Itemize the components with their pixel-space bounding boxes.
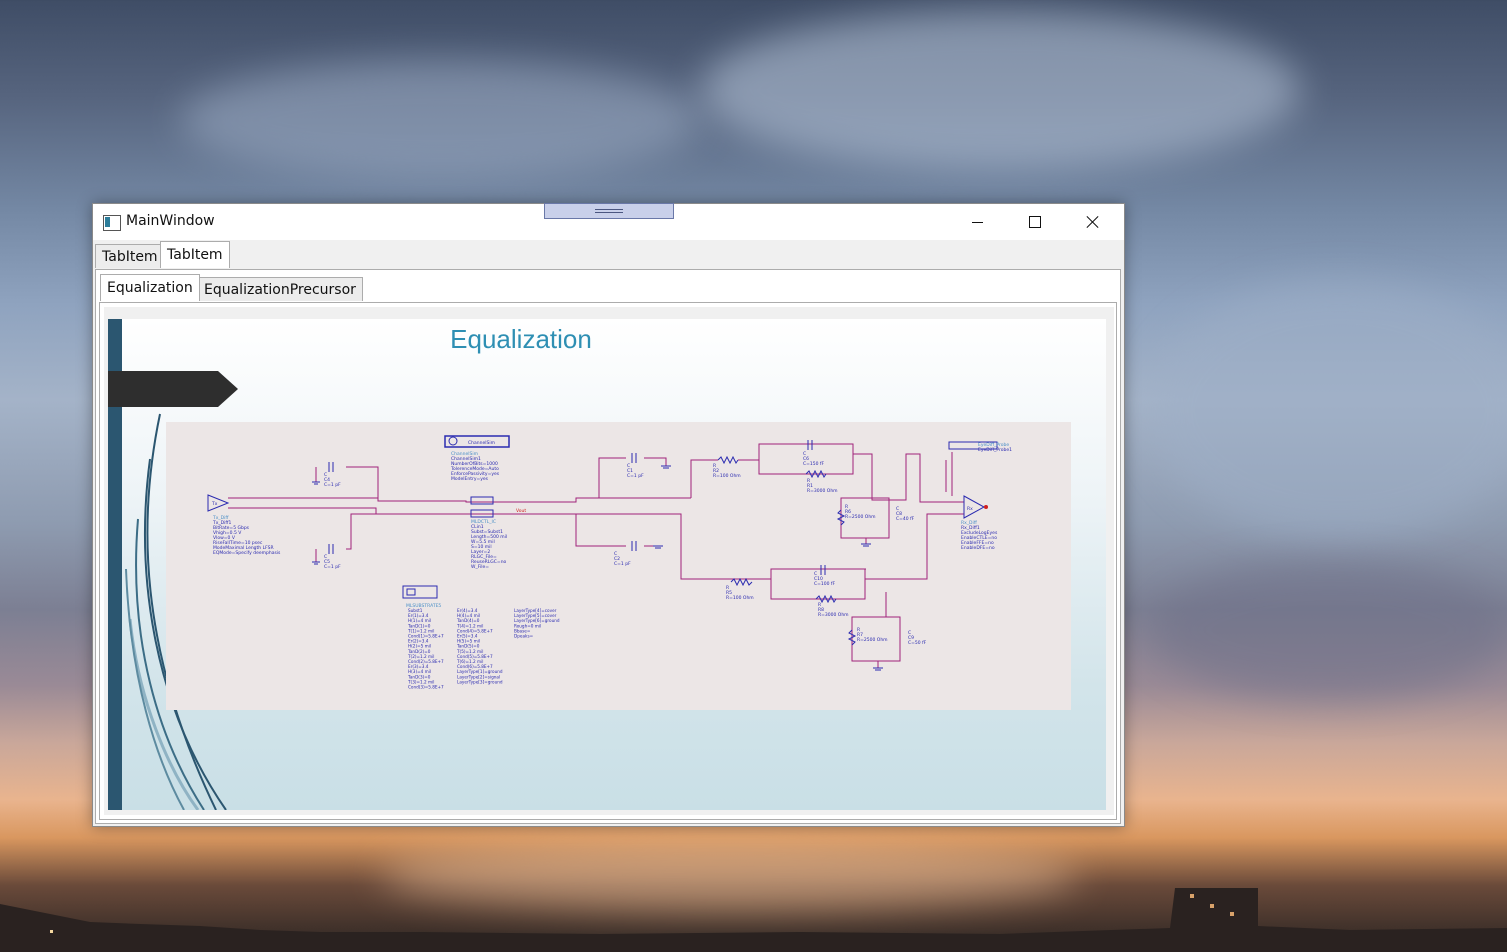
minimize-icon [971,221,983,223]
slide-viewer: Equalization ChannelSim ChannelSim Chann… [104,307,1114,815]
msub-param: Dpeaks= [514,634,534,639]
svg-text:EyeDiff_Probe1: EyeDiff_Probe1 [978,447,1012,453]
channelsim-header: ChannelSim [468,440,495,446]
tab-outer-2[interactable]: TabItem [160,241,230,268]
app-window-icon [103,215,121,231]
maximize-button[interactable] [1006,204,1064,240]
svg-text:C=1 pF: C=1 pF [324,564,341,570]
slide-arrow-shape [108,371,238,407]
svg-text:EQMode=Specify deemphasis: EQMode=Specify deemphasis [213,550,281,556]
outer-tab-strip: TabItem TabItem [93,240,1124,270]
svg-text:ModelEntry=yes: ModelEntry=yes [451,476,489,482]
slide-title: Equalization [450,324,592,354]
msub-param: Cond(3)=5.8E+7 [408,685,444,690]
schematic-image: ChannelSim ChannelSim ChannelSim1 Number… [166,422,1071,710]
svg-text:R=2500 Ohm: R=2500 Ohm [857,637,888,643]
drag-grip-handle[interactable] [544,203,674,219]
svg-text:EnableDFE=no: EnableDFE=no [961,545,995,551]
svg-text:R=100 Ohm: R=100 Ohm [726,595,754,601]
msub-param: LayerType[3]=ground [457,679,503,684]
inner-tab-content: Equalization ChannelSim ChannelSim Chann… [99,302,1117,820]
svg-text:R=3000 Ohm: R=3000 Ohm [807,488,838,494]
svg-text:R=100 Ohm: R=100 Ohm [713,473,741,479]
svg-text:R=2500 Ohm: R=2500 Ohm [845,514,876,520]
close-button[interactable] [1064,204,1122,240]
main-window: MainWindow TabItem TabItem Equalization … [92,203,1125,827]
outer-tab-content: Equalization EqualizationPrecursor Equal… [95,269,1121,824]
title-bar[interactable]: MainWindow [93,203,1124,240]
city-skyline [0,888,1507,952]
svg-text:C=1 pF: C=1 pF [627,473,644,479]
svg-text:C=1 pF: C=1 pF [614,561,631,567]
close-icon [1087,216,1099,228]
maximize-icon [1029,216,1041,228]
tab-equalization[interactable]: Equalization [100,274,200,301]
svg-text:C=50 fF: C=50 fF [908,640,927,646]
tab-equalization-precursor[interactable]: EqualizationPrecursor [197,277,363,301]
tab-outer-1[interactable]: TabItem [95,244,165,268]
slide: Equalization ChannelSim ChannelSim Chann… [108,319,1106,810]
svg-text:Rx: Rx [967,506,973,512]
minimize-button[interactable] [948,204,1006,240]
svg-text:Tx: Tx [211,501,218,507]
svg-text:C=100 fF: C=100 fF [814,581,836,587]
svg-text:W_File=: W_File= [471,564,489,570]
window-title: MainWindow [126,213,215,229]
svg-text:C=1 pF: C=1 pF [324,482,341,488]
svg-text:R=3000 Ohm: R=3000 Ohm [818,612,849,618]
svg-text:Vout: Vout [516,508,526,514]
svg-text:C=150 fF: C=150 fF [803,461,825,467]
svg-text:C=40 fF: C=40 fF [896,516,915,522]
